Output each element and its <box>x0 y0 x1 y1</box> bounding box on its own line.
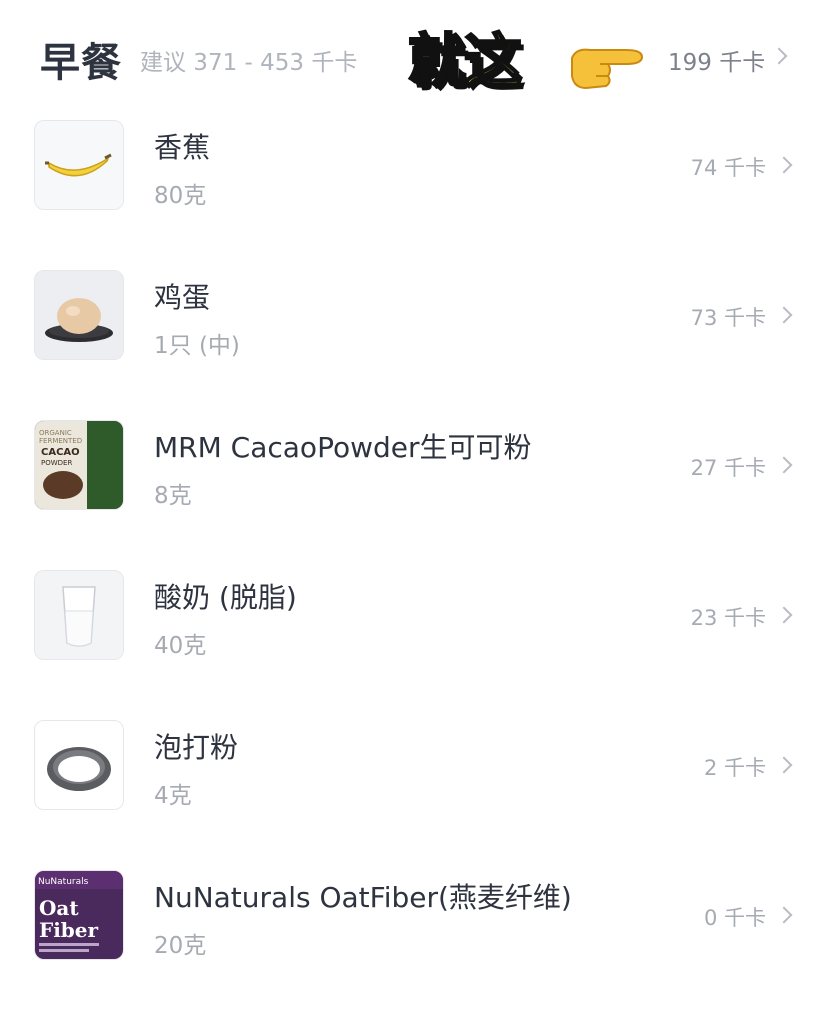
meal-title: 早餐 <box>40 40 122 86</box>
food-name: NuNaturals OatFiber(燕麦纤维) <box>154 881 572 914</box>
bag-label-line: Fiber <box>39 918 99 942</box>
food-row[interactable]: 香蕉 80克 74 千卡 <box>0 112 820 262</box>
food-row[interactable]: 酸奶 (脱脂) 40克 23 千卡 <box>0 562 820 712</box>
chevron-right-icon <box>775 156 793 174</box>
yogurt-glass-icon <box>34 570 124 660</box>
chevron-right-icon <box>775 456 793 474</box>
baking-powder-dish-icon <box>34 720 124 810</box>
bag-label-line: Oat <box>39 896 79 920</box>
food-calories: 73 千卡 <box>690 306 766 330</box>
food-name: 酸奶 (脱脂) <box>154 581 297 614</box>
food-portion: 1只 (中) <box>154 333 240 359</box>
food-name: 鸡蛋 <box>154 281 211 314</box>
bag-label-line: POWDER <box>41 459 72 467</box>
chevron-right-icon <box>775 906 793 924</box>
banana-icon <box>34 120 124 210</box>
chevron-right-icon <box>775 606 793 624</box>
total-calories: 199 千卡 <box>668 50 766 76</box>
bag-label-line: FERMENTED <box>39 437 82 445</box>
oat-fiber-bag-icon: NuNaturals Oat Fiber <box>34 870 124 960</box>
bag-label-line: NuNaturals <box>38 877 89 887</box>
food-calories: 23 千卡 <box>690 606 766 630</box>
food-portion: 20克 <box>154 933 207 959</box>
cacao-powder-bag-icon: ORGANIC FERMENTED CACAO POWDER <box>34 420 124 510</box>
food-row[interactable]: 泡打粉 4克 2 千卡 <box>0 712 820 862</box>
food-calories: 27 千卡 <box>690 456 766 480</box>
food-name: 泡打粉 <box>154 731 239 764</box>
food-name: 香蕉 <box>154 131 211 164</box>
suggested-calories: 建议 371 - 453 千卡 <box>140 50 358 76</box>
food-row[interactable]: NuNaturals Oat Fiber NuNaturals OatFiber… <box>0 862 820 1012</box>
bag-label-line: ORGANIC <box>39 429 72 437</box>
food-row[interactable]: 鸡蛋 1只 (中) 73 千卡 <box>0 262 820 412</box>
pointing-hand-icon <box>571 48 644 90</box>
food-name: MRM CacaoPowder生可可粉 <box>154 431 532 464</box>
food-portion: 40克 <box>154 633 207 659</box>
food-portion: 8克 <box>154 483 192 509</box>
meal-header[interactable]: 早餐 建议 371 - 453 千卡 就这 199 千卡 <box>0 0 820 112</box>
bag-label-line: CACAO <box>41 447 80 458</box>
food-calories: 0 千卡 <box>703 906 766 930</box>
egg-icon <box>34 270 124 360</box>
sticker-text: 就这 <box>407 26 524 97</box>
food-calories: 2 千卡 <box>703 756 766 780</box>
food-calories: 74 千卡 <box>690 156 766 180</box>
chevron-right-icon <box>775 756 793 774</box>
chevron-right-icon <box>770 47 788 65</box>
food-row[interactable]: ORGANIC FERMENTED CACAO POWDER MRM Cacao… <box>0 412 820 562</box>
food-portion: 4克 <box>154 783 192 809</box>
chevron-right-icon <box>775 306 793 324</box>
food-portion: 80克 <box>154 183 207 209</box>
